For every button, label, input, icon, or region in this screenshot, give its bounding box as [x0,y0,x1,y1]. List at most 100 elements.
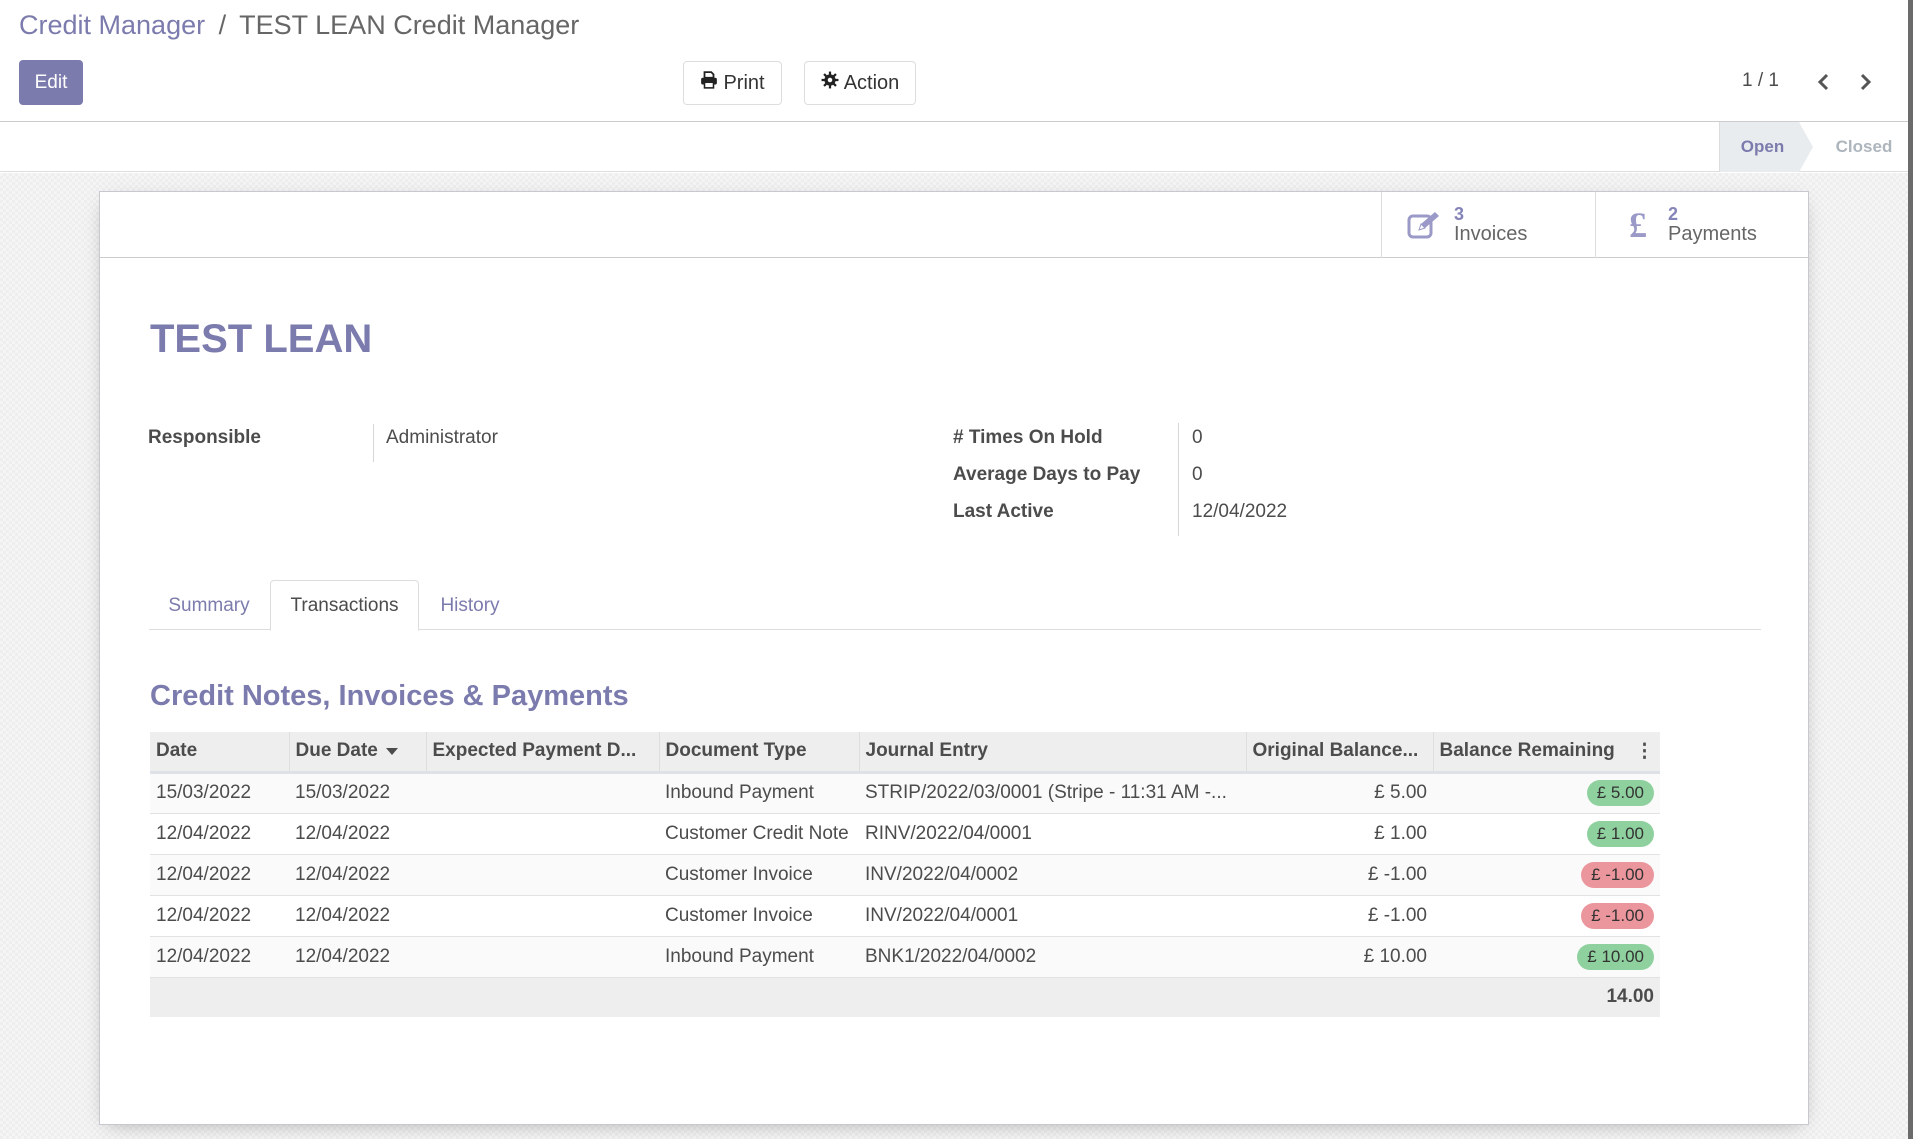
column-header-date[interactable]: Date [150,732,290,774]
breadcrumb-separator: / [218,10,227,40]
last-active-label: Last Active [953,501,1054,522]
cell-balance-remaining: £ -1.00 [1433,895,1660,937]
breadcrumb-current: TEST LEAN Credit Manager [239,10,580,40]
control-panel: Credit Manager / TEST LEAN Credit Manage… [0,0,1908,122]
action-label: Action [843,71,900,94]
column-header-label: Due Date [295,740,378,762]
cell-original-balance: £ 5.00 [1246,772,1433,814]
cell-original-balance: £ -1.00 [1246,854,1433,896]
cell-date: 12/04/2022 [150,813,289,855]
gear-icon [821,71,839,95]
table-row[interactable]: 12/04/2022 12/04/2022 Customer Credit Note… [150,813,1660,855]
responsible-value[interactable]: Administrator [386,427,498,449]
field-separator [373,424,374,462]
column-header-original-balance[interactable]: Original Balance... [1246,732,1434,774]
cell-document-type: Customer Invoice [659,895,859,937]
cell-due-date: 15/03/2022 [289,772,426,814]
transactions-table: Date Due Date Expected Payment D... Docu… [150,732,1660,1017]
tab-summary[interactable]: Summary [149,580,269,631]
avg-days-to-pay-label: Average Days to Pay [953,464,1141,485]
cell-expected-payment-date [426,854,659,896]
record-title: TEST LEAN [150,317,373,361]
cell-document-type: Customer Invoice [659,854,859,896]
cell-date: 12/04/2022 [150,895,289,937]
cell-expected-payment-date [426,813,659,855]
sort-descending-icon [385,747,398,755]
avg-days-to-pay-value: 0 [1192,464,1203,485]
payments-count: 2 [1668,204,1679,225]
cell-balance-remaining: £ 1.00 [1433,813,1660,855]
pager-value[interactable]: 1 / 1 [1742,70,1779,92]
cell-date: 12/04/2022 [150,936,289,978]
responsible-label: Responsible [148,427,261,448]
pound-sign-icon: £ [1629,205,1647,245]
table-header-row: Date Due Date Expected Payment D... Docu… [150,732,1660,774]
cell-journal-entry: BNK1/2022/04/0002 [859,936,1246,978]
column-header-expected-payment-date[interactable]: Expected Payment D... [426,732,660,774]
cell-original-balance: £ 1.00 [1246,813,1433,855]
smart-button-box: 3 Invoices £ 2 Payments [100,192,1808,258]
window-scrollbar[interactable] [1908,0,1913,1139]
invoices-smart-button[interactable]: 3 Invoices [1381,192,1595,258]
column-header-due-date[interactable]: Due Date [289,732,427,774]
balance-badge: £ -1.00 [1581,902,1654,929]
column-header-label: Original Balance... [1252,740,1419,762]
column-header-label: Date [156,740,198,762]
balance-badge: £ 5.00 [1586,780,1654,806]
chevron-left-icon [1817,73,1829,91]
print-button[interactable]: Print [683,61,782,105]
stage-open[interactable]: Open [1719,122,1799,172]
table-row[interactable]: 12/04/2022 12/04/2022 Customer Invoice INV/… [150,854,1660,896]
tab-history[interactable]: History [420,580,520,631]
notebook-tabs: Summary Transactions History [149,580,1761,631]
status-bar: Open Closed [0,122,1908,172]
pager-next-button[interactable] [1851,68,1879,96]
cell-original-balance: £ -1.00 [1246,895,1433,937]
balance-badge: £ 1.00 [1586,820,1654,847]
cell-journal-entry: INV/2022/04/0001 [859,895,1246,937]
printer-icon [700,71,718,95]
last-active-value: 12/04/2022 [1192,501,1288,522]
action-button[interactable]: Action [804,61,916,105]
cell-expected-payment-date [426,936,659,978]
breadcrumb: Credit Manager / TEST LEAN Credit Manage… [19,10,579,41]
balance-badge: £ -1.00 [1581,861,1654,888]
cell-date: 15/03/2022 [150,772,289,814]
table-row[interactable]: 15/03/2022 15/03/2022 Inbound Payment STRIP… [150,772,1660,814]
cell-balance-remaining: £ 10.00 [1433,936,1660,978]
optional-columns-kebab-icon[interactable]: ⋮ [1635,740,1654,763]
payments-smart-button[interactable]: £ 2 Payments [1595,192,1809,258]
cell-balance-remaining: £ 5.00 [1433,772,1660,814]
cell-original-balance: £ 10.00 [1246,936,1433,978]
cell-date: 12/04/2022 [150,854,289,896]
breadcrumb-parent-link[interactable]: Credit Manager [19,10,205,40]
edit-button[interactable]: Edit [19,60,83,105]
column-header-document-type[interactable]: Document Type [659,732,860,774]
cell-document-type: Customer Credit Note [659,813,859,855]
cell-journal-entry: STRIP/2022/03/0001 (Stripe - 11:31 AM -.… [859,772,1246,814]
times-on-hold-label: # Times On Hold [953,427,1103,448]
chevron-right-icon [1860,73,1872,91]
table-row[interactable]: 12/04/2022 12/04/2022 Customer Invoice INV/… [150,895,1660,937]
cell-due-date: 12/04/2022 [289,936,426,978]
cell-journal-entry: RINV/2022/04/0001 [859,813,1246,855]
column-header-journal-entry[interactable]: Journal Entry [859,732,1247,774]
cell-journal-entry: INV/2022/04/0002 [859,854,1246,896]
column-header-label: Journal Entry [865,740,988,762]
cell-expected-payment-date [426,772,659,814]
form-sheet: 3 Invoices £ 2 Payments TEST LEAN Respon… [99,191,1809,1125]
payments-label: Payments [1668,222,1757,245]
cell-due-date: 12/04/2022 [289,895,426,937]
pencil-square-icon [1404,210,1444,240]
tab-transactions[interactable]: Transactions [270,580,419,631]
pager-previous-button[interactable] [1810,68,1838,96]
column-header-balance-remaining[interactable]: Balance Remaining ⋮ [1433,732,1660,774]
table-row[interactable]: 12/04/2022 12/04/2022 Inbound Payment BNK1/… [150,936,1660,978]
cell-document-type: Inbound Payment [659,936,859,978]
table-footer-row: 14.00 [150,977,1660,1017]
stage-closed[interactable]: Closed [1820,122,1908,172]
cell-due-date: 12/04/2022 [289,813,426,855]
footer-spacer [150,977,1433,1017]
invoices-label: Invoices [1454,222,1528,245]
print-label: Print [723,71,765,94]
